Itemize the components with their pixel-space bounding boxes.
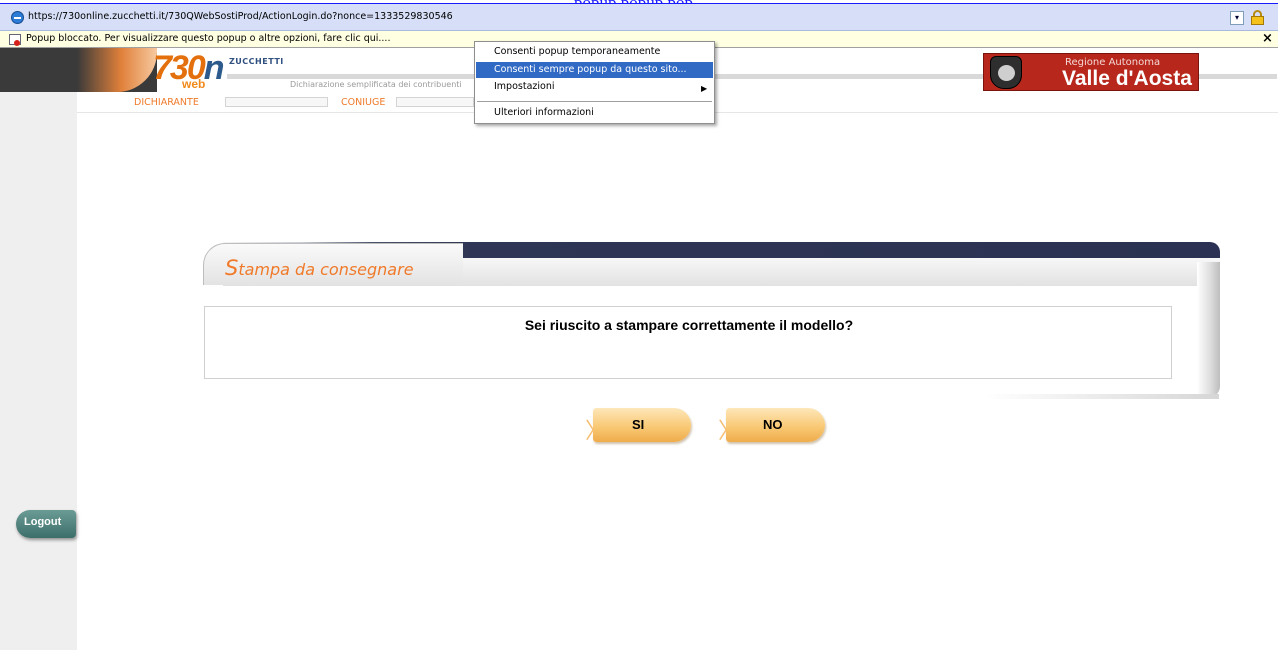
lock-body [1251,16,1264,25]
region-line2: Valle d'Aosta [1062,67,1192,90]
panel-bottom-edge [985,394,1219,399]
aosta-coat-of-arms [990,56,1022,89]
dichiarante-label: DICHIARANTE [134,97,199,108]
address-bar: https://730online.zucchetti.it/730QWebSo… [0,4,1278,31]
zucchetti-brand: ZUCCHETTI [229,57,284,66]
chevron-right-icon: 〉 [718,419,741,444]
url-text[interactable]: https://730online.zucchetti.it/730QWebSo… [28,11,453,22]
popup-blocked-icon [9,34,21,46]
ie-page-icon [11,11,24,24]
chevron-right-icon: 〉 [585,419,608,444]
dichiarante-field[interactable] [225,97,328,107]
region-logo: Regione Autonoma Valle d'Aosta [983,53,1199,91]
infobar-message[interactable]: Popup bloccato. Per visualizzare questo … [26,33,390,44]
logout-button[interactable]: Logout [16,510,76,538]
left-sidebar [0,48,77,650]
question-box: Sei riuscito a stampare correttamente il… [204,306,1172,379]
logout-label: Logout [24,516,62,528]
question-text: Sei riuscito a stampare correttamente il… [524,317,854,333]
si-button[interactable]: 〉 SI [585,408,692,444]
no-button-label: NO [763,417,783,432]
popup-options-menu: Consenti popup temporaneamente Consenti … [474,41,715,124]
coniuge-field[interactable] [396,97,474,107]
panel-title-initial: S [225,256,239,280]
menu-item-allow-temporarily[interactable]: Consenti popup temporaneamente [476,44,713,60]
menu-item-always-allow[interactable]: Consenti sempre popup da questo sito... [476,62,713,78]
address-dropdown-button[interactable]: ▾ [1230,11,1244,25]
panel-title-rest: tampa da consegnare [238,260,414,279]
si-button-label: SI [632,417,645,432]
panel-right-edge [1197,262,1220,398]
infobar-close-icon[interactable]: × [1262,31,1273,46]
no-button[interactable]: 〉 NO [718,408,826,444]
panel-title: Stampa da consegnare [225,256,414,280]
menu-item-settings[interactable]: Impostazioni [476,79,713,95]
header-subtitle: Dichiarazione semplificata dei contribue… [290,80,462,89]
coniuge-label: CONIUGE [341,97,386,108]
menu-separator [477,101,712,102]
submenu-arrow-icon: ▶ [701,84,708,93]
logo-on: n [203,49,225,87]
panel-header: Stampa da consegnare [203,242,1220,286]
logo-web: web [182,77,206,91]
menu-item-more-info[interactable]: Ulteriori informazioni [476,105,713,121]
lock-icon[interactable] [1249,9,1266,26]
